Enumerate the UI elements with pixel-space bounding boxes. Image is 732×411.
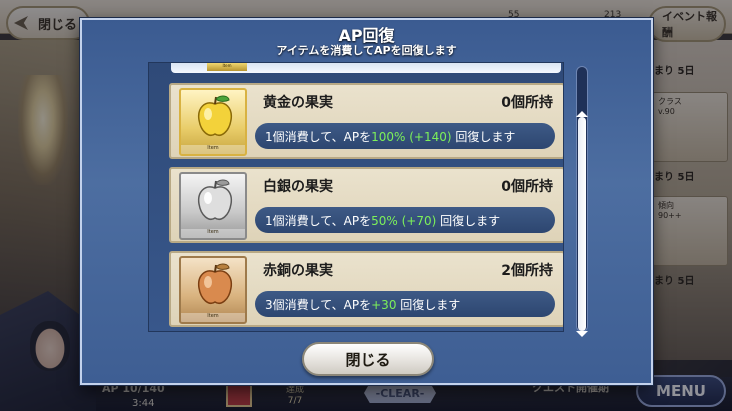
desc-prefix: 1個消費して、APを <box>265 214 372 228</box>
scrollbar[interactable] <box>576 66 588 337</box>
close-button[interactable]: 閉じる <box>302 342 434 376</box>
fruit-description: 1個消費して、APを50% (+70) 回復します <box>255 207 555 233</box>
desc-highlight: 50% (+70) <box>371 214 437 228</box>
list-item-golden-fruit[interactable]: Item 黄金の果実 0個所持 1個消費して、APを100% (+140) 回復… <box>169 83 563 159</box>
dialog-subtitle: アイテムを消費してAPを回復します <box>276 44 457 57</box>
list-item-silver-fruit[interactable]: Item 白銀の果実 0個所持 1個消費して、APを50% (+70) 回復しま… <box>169 167 563 243</box>
scrollbar-thumb[interactable] <box>576 111 588 337</box>
fruit-name: 黄金の果実 <box>263 95 333 111</box>
item-tag: Item <box>207 63 247 71</box>
fruit-count: 0個所持 <box>501 179 553 195</box>
fruit-count: 2個所持 <box>501 263 553 279</box>
desc-prefix: 1個消費して、APを <box>265 130 372 144</box>
item-tag: Item <box>181 313 245 322</box>
fruit-icon-frame: Item <box>179 256 247 324</box>
fruit-icon-frame: Item <box>179 172 247 240</box>
ap-recovery-dialog: AP回復 アイテムを消費してAPを回復します Item Item 黄金の果実 0… <box>80 18 653 385</box>
fruit-icon-frame: Item <box>179 88 247 156</box>
desc-highlight: 100% (+140) <box>371 130 452 144</box>
bronze-apple-icon <box>197 263 233 304</box>
desc-highlight: +30 <box>371 298 397 312</box>
fruit-name: 白銀の果実 <box>263 179 333 195</box>
silver-apple-icon <box>197 179 233 220</box>
fruit-list[interactable]: Item Item 黄金の果実 0個所持 1個消費して、APを100% (+14… <box>148 62 564 332</box>
fruit-description: 1個消費して、APを100% (+140) 回復します <box>255 123 555 149</box>
list-item-bronze-fruit[interactable]: Item 赤銅の果実 2個所持 3個消費して、APを+30 回復します <box>169 251 563 327</box>
desc-prefix: 3個消費して、APを <box>265 298 372 312</box>
list-item-partial: Item <box>171 63 561 73</box>
desc-suffix: 回復します <box>451 130 516 144</box>
fruit-count: 0個所持 <box>501 95 553 111</box>
fruit-name: 赤銅の果実 <box>263 263 333 279</box>
item-tag: Item <box>181 229 245 238</box>
golden-apple-icon <box>197 95 233 136</box>
desc-suffix: 回復します <box>436 214 501 228</box>
desc-suffix: 回復します <box>396 298 461 312</box>
item-tag: Item <box>181 145 245 154</box>
fruit-description: 3個消費して、APを+30 回復します <box>255 291 555 317</box>
